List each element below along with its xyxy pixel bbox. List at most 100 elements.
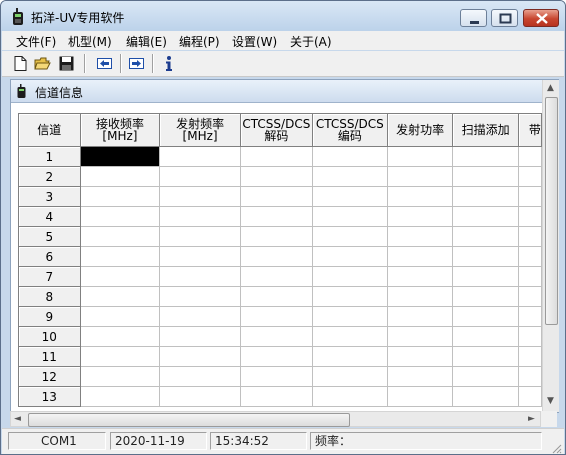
grid-cell[interactable] <box>311 186 388 207</box>
grid-cell[interactable] <box>159 286 241 307</box>
selected-grid-cell[interactable] <box>79 146 161 167</box>
grid-cell[interactable] <box>79 366 161 387</box>
grid-cell[interactable] <box>159 226 241 247</box>
grid-cell[interactable] <box>79 186 161 207</box>
column-header-tx-freq[interactable]: 发射频率 [MHz] <box>159 113 241 147</box>
grid-cell[interactable] <box>79 386 161 407</box>
horizontal-scrollbar[interactable]: ◄ ► <box>10 411 541 427</box>
grid-cell[interactable] <box>452 266 519 287</box>
grid-cell[interactable] <box>311 306 388 327</box>
grid-cell[interactable] <box>159 206 241 227</box>
grid-cell[interactable] <box>311 226 388 247</box>
grid-cell[interactable] <box>386 326 454 347</box>
grid-cell[interactable] <box>159 246 241 267</box>
grid-cell[interactable] <box>386 206 454 227</box>
grid-cell[interactable] <box>239 166 313 187</box>
menu-about[interactable]: 关于(A) <box>290 33 332 50</box>
column-header-channel[interactable]: 信道 <box>18 113 81 147</box>
grid-cell[interactable] <box>386 306 454 327</box>
minimize-button[interactable] <box>460 9 487 27</box>
resize-grip-icon[interactable] <box>550 442 562 454</box>
grid-cell[interactable] <box>79 226 161 247</box>
grid-cell[interactable] <box>159 366 241 387</box>
table-row[interactable]: 10 <box>18 326 542 347</box>
horizontal-scroll-thumb[interactable] <box>28 413 350 427</box>
row-header[interactable]: 9 <box>18 306 81 327</box>
grid-cell[interactable] <box>159 346 241 367</box>
grid-cell[interactable] <box>311 386 388 407</box>
column-header-rx-freq[interactable]: 接收频率 [MHz] <box>79 113 161 147</box>
grid-cell[interactable] <box>159 146 241 167</box>
table-row[interactable]: 11 <box>18 346 542 367</box>
menu-model[interactable]: 机型(M) <box>68 33 112 50</box>
grid-cell[interactable] <box>386 386 454 407</box>
grid-cell[interactable] <box>517 366 542 387</box>
grid-cell[interactable] <box>311 246 388 267</box>
row-header[interactable]: 8 <box>18 286 81 307</box>
grid-cell[interactable] <box>159 186 241 207</box>
grid-cell[interactable] <box>386 246 454 267</box>
grid-cell[interactable] <box>239 206 313 227</box>
grid-cell[interactable] <box>159 306 241 327</box>
column-header-scan-add[interactable]: 扫描添加 <box>452 113 519 147</box>
grid-cell[interactable] <box>517 166 542 187</box>
grid-cell[interactable] <box>452 226 519 247</box>
grid-cell[interactable] <box>239 306 313 327</box>
row-header[interactable]: 11 <box>18 346 81 367</box>
grid-cell[interactable] <box>452 306 519 327</box>
grid-cell[interactable] <box>517 186 542 207</box>
grid-cell[interactable] <box>311 346 388 367</box>
grid-cell[interactable] <box>386 166 454 187</box>
grid-cell[interactable] <box>159 266 241 287</box>
info-icon[interactable] <box>160 55 177 72</box>
grid-cell[interactable] <box>517 306 542 327</box>
row-header[interactable]: 3 <box>18 186 81 207</box>
grid-cell[interactable] <box>386 146 454 167</box>
row-header[interactable]: 6 <box>18 246 81 267</box>
grid-cell[interactable] <box>517 146 542 167</box>
table-row[interactable]: 3 <box>18 186 542 207</box>
read-from-radio-icon[interactable] <box>96 55 113 72</box>
grid-cell[interactable] <box>239 346 313 367</box>
grid-cell[interactable] <box>452 166 519 187</box>
grid-cell[interactable] <box>239 146 313 167</box>
row-header[interactable]: 4 <box>18 206 81 227</box>
menu-file[interactable]: 文件(F) <box>16 33 56 50</box>
grid-cell[interactable] <box>386 226 454 247</box>
grid-cell[interactable] <box>79 166 161 187</box>
scroll-down-icon[interactable]: ▼ <box>547 396 554 406</box>
grid-cell[interactable] <box>79 306 161 327</box>
menu-program[interactable]: 编程(P) <box>179 33 220 50</box>
grid-cell[interactable] <box>452 366 519 387</box>
grid-cell[interactable] <box>452 386 519 407</box>
row-header[interactable]: 12 <box>18 366 81 387</box>
table-row[interactable]: 12 <box>18 366 542 387</box>
grid-cell[interactable] <box>159 386 241 407</box>
open-folder-icon[interactable] <box>34 55 51 72</box>
grid-cell[interactable] <box>239 186 313 207</box>
grid-cell[interactable] <box>79 246 161 267</box>
table-row[interactable]: 1 <box>18 146 542 167</box>
table-row[interactable]: 8 <box>18 286 542 307</box>
table-row[interactable]: 13 <box>18 386 542 407</box>
grid-cell[interactable] <box>517 226 542 247</box>
scroll-up-icon[interactable]: ▲ <box>547 83 554 93</box>
grid-cell[interactable] <box>311 286 388 307</box>
table-row[interactable]: 6 <box>18 246 542 267</box>
grid-cell[interactable] <box>239 226 313 247</box>
table-row[interactable]: 4 <box>18 206 542 227</box>
grid-cell[interactable] <box>386 266 454 287</box>
write-to-radio-icon[interactable] <box>128 55 145 72</box>
grid-cell[interactable] <box>517 286 542 307</box>
grid-cell[interactable] <box>239 266 313 287</box>
grid-cell[interactable] <box>159 326 241 347</box>
grid-cell[interactable] <box>79 286 161 307</box>
row-header[interactable]: 10 <box>18 326 81 347</box>
row-header[interactable]: 5 <box>18 226 81 247</box>
grid-cell[interactable] <box>452 286 519 307</box>
grid-cell[interactable] <box>311 366 388 387</box>
grid-cell[interactable] <box>79 326 161 347</box>
grid-cell[interactable] <box>311 146 388 167</box>
grid-cell[interactable] <box>517 346 542 367</box>
title-bar[interactable]: 拓洋-UV专用软件 <box>1 1 565 31</box>
